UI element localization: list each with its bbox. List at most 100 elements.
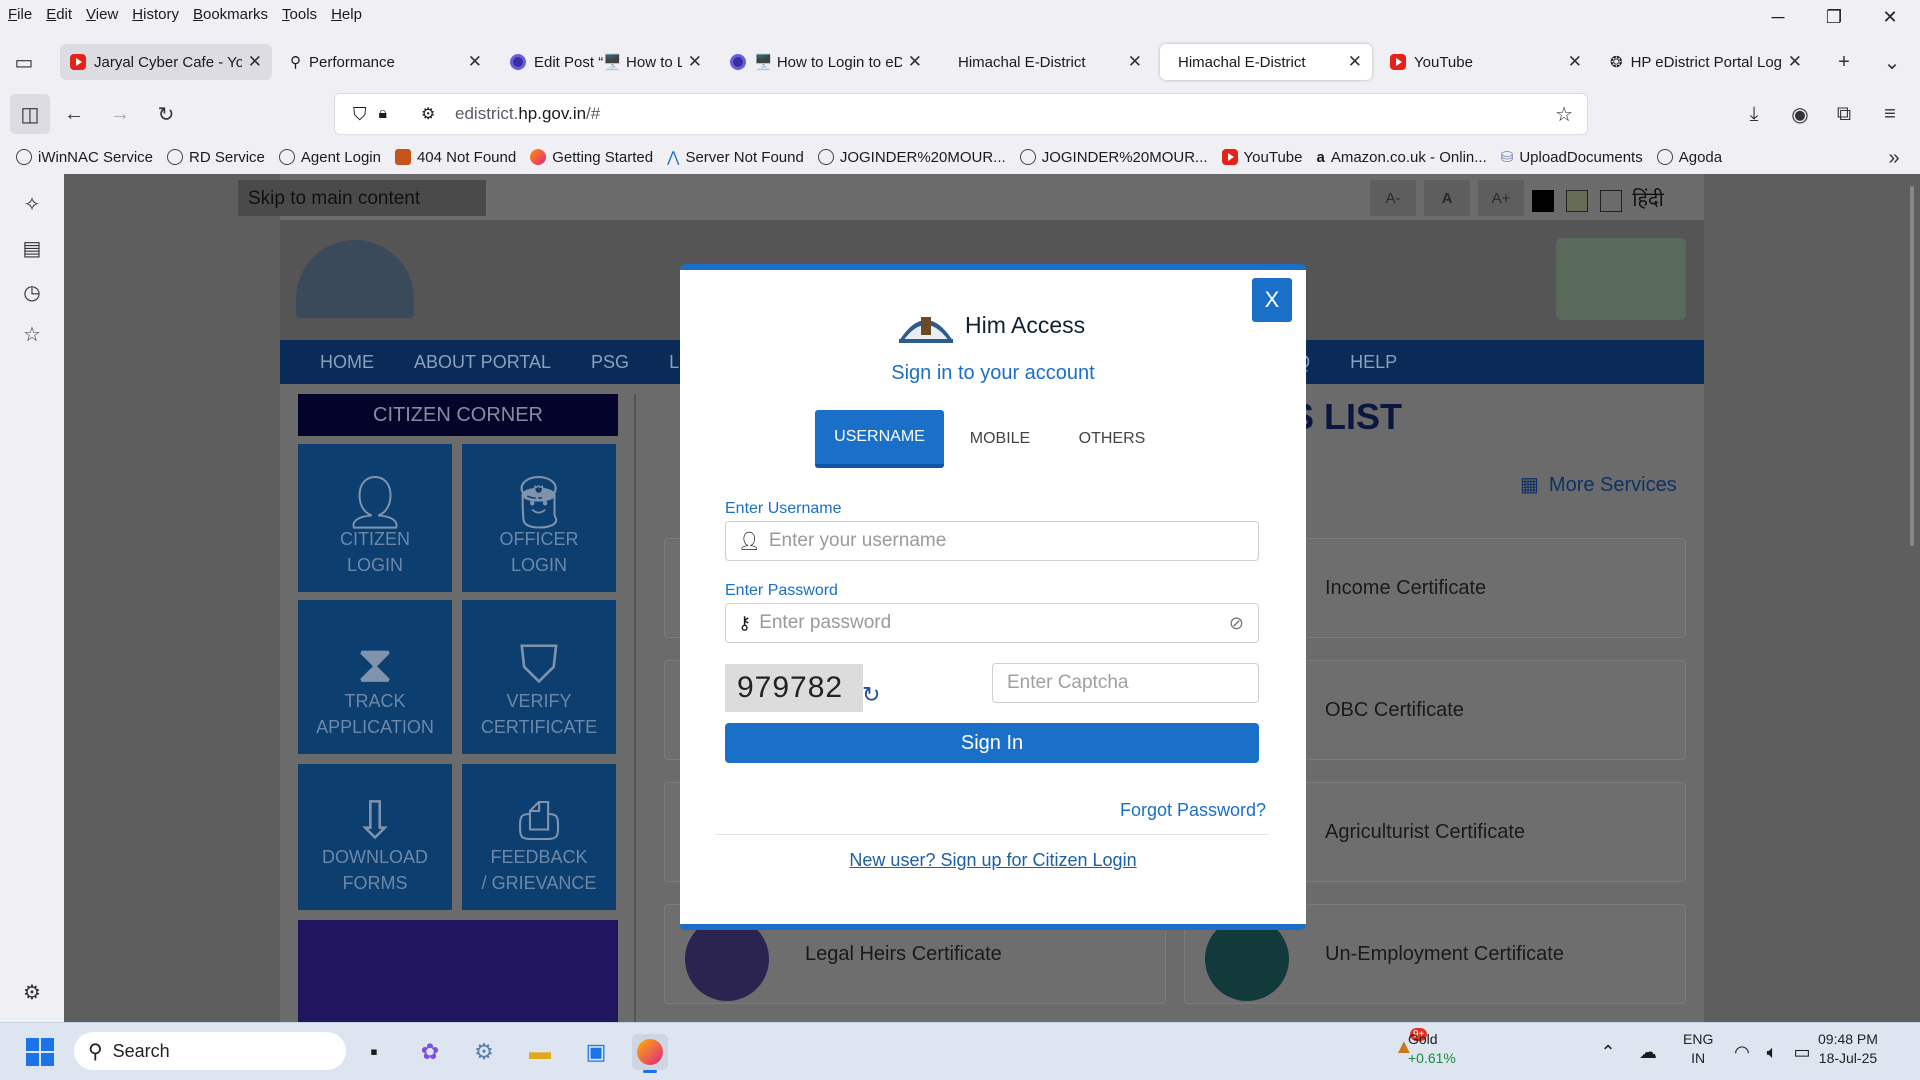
font-increase-button[interactable]: A+ <box>1478 180 1524 216</box>
close-tab-icon[interactable]: ✕ <box>908 52 922 72</box>
menu-edit[interactable]: Edit <box>46 6 72 23</box>
bookmark-item[interactable]: JOGINDER%20MOUR... <box>817 149 1006 166</box>
menu-history[interactable]: History <box>132 6 179 23</box>
battery-icon[interactable]: ▭ <box>1784 1034 1820 1070</box>
bookmark-item[interactable]: Agent Login <box>278 149 381 166</box>
file-explorer-icon[interactable]: ▬ <box>522 1034 558 1070</box>
captcha-input[interactable] <box>992 663 1259 703</box>
chevron-down-icon[interactable]: ⌄ <box>1876 46 1908 78</box>
close-tab-icon[interactable]: ✕ <box>1568 52 1582 72</box>
modal-close-button[interactable]: X <box>1252 278 1292 322</box>
synced-tabs-icon[interactable]: ▤ <box>18 236 46 264</box>
copilot-icon[interactable]: ✿ <box>412 1034 448 1070</box>
contrast-olive-button[interactable] <box>1566 190 1588 212</box>
language-indicator[interactable]: ENG IN <box>1683 1030 1713 1068</box>
close-tab-icon[interactable]: ✕ <box>468 52 482 72</box>
windows-start-icon[interactable] <box>22 1034 58 1070</box>
tab-how-to-login[interactable]: 🖥️ How to Login to eD ✕ <box>720 44 932 80</box>
gold-widget[interactable]: Gold +0.61% <box>1408 1030 1456 1068</box>
task-view-icon[interactable]: ▪ <box>356 1034 392 1070</box>
taskbar-search[interactable]: ⚲ Search <box>74 1032 346 1070</box>
permissions-icon[interactable]: ⚙ <box>421 104 435 124</box>
bookmark-item[interactable]: JOGINDER%20MOUR... <box>1019 149 1208 166</box>
font-decrease-button[interactable]: A- <box>1370 180 1416 216</box>
back-icon[interactable]: ← <box>58 98 90 130</box>
sidebar-toggle-icon[interactable]: ◫ <box>10 94 50 134</box>
history-icon[interactable]: ◷ <box>18 280 46 308</box>
clock[interactable]: 09:48 PM 18-Jul-25 <box>1818 1030 1878 1068</box>
extensions-icon[interactable]: ⧉ <box>1828 98 1860 130</box>
control-panel-icon[interactable]: ▣ <box>578 1034 614 1070</box>
menu-view[interactable]: View <box>86 6 118 23</box>
contrast-default-button[interactable] <box>1600 190 1622 212</box>
verify-certificate-tile[interactable]: ⛉ VERIFY CERTIFICATE <box>462 600 616 754</box>
bookmark-item[interactable]: Agoda <box>1656 149 1722 166</box>
tab-youtube[interactable]: YouTube ✕ <box>1380 44 1592 80</box>
helpdesk-tile[interactable] <box>298 920 618 1022</box>
minimize-icon[interactable]: ─ <box>1750 0 1806 34</box>
eye-slash-icon[interactable]: ⊘ <box>1229 613 1244 634</box>
more-bookmarks-icon[interactable]: » <box>1878 142 1910 174</box>
hamburger-menu-icon[interactable]: ≡ <box>1874 98 1906 130</box>
menu-file[interactable]: File <box>8 6 32 23</box>
close-tab-icon[interactable]: ✕ <box>1788 52 1802 72</box>
restore-icon[interactable]: ❐ <box>1806 0 1862 34</box>
contrast-black-button[interactable] <box>1532 190 1554 212</box>
onedrive-icon[interactable]: ☁ <box>1630 1034 1666 1070</box>
tab-list-icon[interactable]: ▭ <box>8 46 40 78</box>
download-icon[interactable]: ⤓ <box>1738 98 1770 130</box>
menu-help[interactable]: Help <box>331 6 362 23</box>
close-window-icon[interactable]: ✕ <box>1862 0 1918 34</box>
refresh-captcha-icon[interactable]: ↻ <box>862 684 884 706</box>
sign-in-button[interactable]: Sign In <box>725 723 1259 763</box>
password-input[interactable] <box>759 612 1229 634</box>
close-tab-icon[interactable]: ✕ <box>1128 52 1142 72</box>
menu-tools[interactable]: Tools <box>282 6 317 23</box>
site-menu-psg[interactable]: PSG <box>591 352 629 373</box>
forgot-password-link[interactable]: Forgot Password? <box>1120 800 1266 821</box>
feedback-grievance-tile[interactable]: ⎙ FEEDBACK / GRIEVANCE <box>462 764 616 910</box>
firefox-taskbar-icon[interactable] <box>632 1034 668 1070</box>
new-tab-icon[interactable]: + <box>1828 46 1860 78</box>
site-menu-about[interactable]: ABOUT PORTAL <box>414 352 551 373</box>
tab-himachal-1[interactable]: Himachal E-District ✕ <box>940 44 1152 80</box>
bookmark-item[interactable]: a Amazon.co.uk - Onlin... <box>1317 149 1487 166</box>
password-field[interactable]: ⚷ ⊘ <box>725 603 1259 643</box>
bookmark-item[interactable]: iWinNAC Service <box>16 149 153 166</box>
username-field[interactable]: 👤︎ <box>725 521 1259 561</box>
shield-icon[interactable]: ⛉ <box>353 104 367 125</box>
lock-icon[interactable]: 🔒︎ <box>379 105 388 123</box>
tab-himachal-active[interactable]: Himachal E-District ✕ <box>1160 44 1372 80</box>
signup-link[interactable]: New user? Sign up for Citizen Login <box>680 850 1306 871</box>
bookmarks-icon[interactable]: ☆ <box>18 322 46 350</box>
officer-login-tile[interactable]: 👮︎ OFFICER LOGIN <box>462 444 616 592</box>
reload-icon[interactable]: ↻ <box>150 98 182 130</box>
username-input[interactable] <box>768 530 1258 552</box>
tab-others[interactable]: OTHERS <box>1062 410 1162 468</box>
close-tab-icon[interactable]: ✕ <box>1348 52 1362 72</box>
site-menu-home[interactable]: HOME <box>320 352 374 373</box>
skip-link[interactable]: Skip to main content <box>238 180 486 216</box>
bookmark-item[interactable]: ⛁ UploadDocuments <box>1501 148 1643 167</box>
track-application-tile[interactable]: ⧗ TRACK APPLICATION <box>298 600 452 754</box>
site-menu-help[interactable]: HELP <box>1350 352 1397 373</box>
tab-username[interactable]: USERNAME <box>815 410 944 468</box>
close-tab-icon[interactable]: ✕ <box>688 52 702 72</box>
bookmark-item[interactable]: RD Service <box>167 149 265 166</box>
close-tab-icon[interactable]: ✕ <box>248 52 262 72</box>
bookmark-item[interactable]: 404 Not Found <box>394 149 516 166</box>
tab-mobile[interactable]: MOBILE <box>955 410 1045 468</box>
menu-bookmarks[interactable]: Bookmarks <box>193 6 268 23</box>
more-services-link[interactable]: ▦ More Services <box>1520 472 1677 497</box>
tab-edit-post[interactable]: Edit Post “🖥️ How to L ✕ <box>500 44 712 80</box>
page-scrollbar[interactable] <box>1910 186 1914 546</box>
forward-icon[interactable]: → <box>104 98 136 130</box>
star-icon[interactable]: ☆ <box>1555 102 1573 127</box>
font-normal-button[interactable]: A <box>1424 180 1470 216</box>
bookmark-item[interactable]: Getting Started <box>530 149 653 166</box>
bookmark-item[interactable]: YouTube <box>1221 149 1303 166</box>
citizen-login-tile[interactable]: 👤︎ CITIZEN LOGIN <box>298 444 452 592</box>
gear-app-icon[interactable]: ⚙ <box>466 1034 502 1070</box>
download-forms-tile[interactable]: ⇩ DOWNLOAD FORMS <box>298 764 452 910</box>
settings-gear-icon[interactable]: ⚙ <box>18 980 46 1008</box>
